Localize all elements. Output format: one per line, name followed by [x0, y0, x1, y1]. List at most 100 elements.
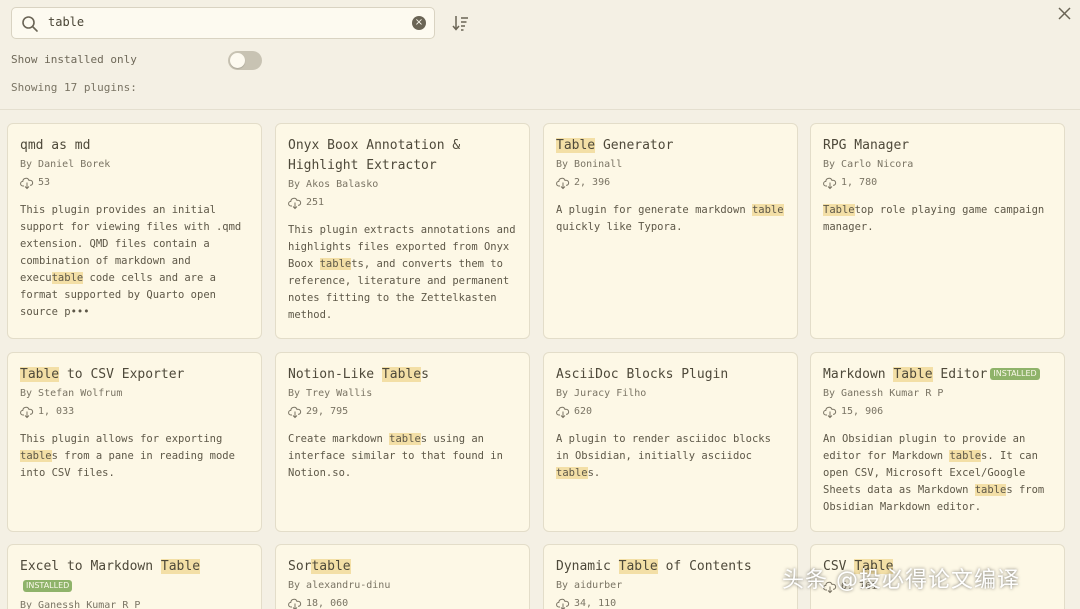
download-icon	[823, 177, 837, 190]
download-icon	[288, 197, 302, 210]
match-highlight: table	[751, 204, 784, 216]
plugin-name-text: Editor	[932, 367, 988, 382]
plugin-name: Dynamic Table of Contents	[556, 557, 785, 577]
download-icon	[288, 406, 302, 419]
close-icon[interactable]	[1056, 5, 1074, 23]
plugin-card[interactable]: AsciiDoc Blocks Plugin By Juracy Filho 620…	[543, 352, 798, 532]
plugin-name-text: Notion-Like	[288, 367, 382, 382]
match-highlight: table	[51, 272, 84, 284]
description-text: This plugin allows for exporting	[20, 433, 223, 445]
plugin-card[interactable]: Notion-Like Tables By Trey Wallis 29, 795 C…	[275, 352, 530, 532]
download-icon	[556, 177, 570, 190]
sort-icon[interactable]	[451, 13, 471, 33]
plugin-name-text: Generator	[595, 138, 674, 153]
download-icon	[556, 406, 570, 419]
match-highlight: table	[311, 559, 351, 574]
plugin-author: By alexandru-dinu	[288, 580, 391, 591]
plugin-name-text: to CSV Exporter	[59, 367, 185, 382]
plugin-name: Notion-Like Tables	[288, 365, 517, 385]
plugin-name: Excel to Markdown Table INSTALLED	[20, 557, 249, 597]
download-icon	[288, 598, 302, 609]
plugin-name-text: Excel to Markdown	[20, 559, 161, 574]
match-highlight: Table	[893, 367, 933, 382]
plugin-card[interactable]: Excel to Markdown Table INSTALLED By Ganes…	[7, 544, 262, 609]
plugin-author: By Juracy Filho	[556, 388, 647, 399]
download-count: 34, 110	[574, 598, 617, 609]
plugin-downloads: 53	[20, 176, 249, 190]
plugin-card[interactable]: Sortable By alexandru-dinu 18, 060	[275, 544, 530, 609]
plugin-name-text: RPG Manager	[823, 138, 910, 153]
match-highlight: Table	[823, 204, 855, 216]
search-icon	[22, 16, 38, 32]
plugin-name-text: AsciiDoc Blocks Plugin	[556, 367, 729, 382]
show-installed-toggle[interactable]	[228, 51, 262, 70]
plugin-author: By aidurber	[556, 580, 623, 591]
download-count: 29, 795	[306, 406, 349, 417]
plugin-author: By Stefan Wolfrum	[20, 388, 123, 399]
plugin-name: qmd as md	[20, 136, 249, 156]
plugin-downloads: 2, 396	[556, 176, 785, 190]
download-icon	[20, 406, 34, 419]
plugin-name: Markdown Table Editor INSTALLED	[823, 365, 1052, 385]
match-highlight: table	[20, 450, 52, 462]
search-box[interactable]: table ×	[11, 7, 435, 39]
plugin-card[interactable]: Table to CSV Exporter By Stefan Wolfrum 1,…	[7, 352, 262, 532]
description-text: A plugin for generate markdown	[556, 204, 752, 216]
match-highlight: table	[319, 258, 352, 270]
search-input[interactable]: table	[48, 15, 84, 29]
plugin-name: Table Generator	[556, 136, 785, 156]
download-icon	[556, 598, 570, 609]
installed-badge: INSTALLED	[990, 368, 1040, 380]
plugin-author: By Daniel Borek	[20, 159, 111, 170]
plugin-downloads: 29, 795	[288, 405, 517, 419]
plugin-name: AsciiDoc Blocks Plugin	[556, 365, 785, 385]
plugin-description: This plugin allows for exporting tables …	[20, 431, 249, 482]
plugin-author: By Ganessh Kumar R P	[20, 600, 141, 609]
download-count: 53	[38, 177, 51, 188]
plugin-downloads: 34, 110	[556, 597, 785, 609]
show-installed-label: Show installed only	[11, 53, 137, 66]
download-count: 251	[306, 197, 325, 208]
plugin-name-text: Onyx Boox Annotation & Highlight Extract…	[288, 138, 461, 173]
plugin-name-text: of Contents	[657, 559, 752, 574]
match-highlight: table	[556, 467, 588, 479]
plugin-name: RPG Manager	[823, 136, 1052, 156]
watermark: 头条 @投必得论文编译	[782, 568, 1020, 593]
plugin-name-text: Sor	[288, 559, 312, 574]
plugin-name-text: qmd as md	[20, 138, 91, 153]
plugin-name: Sortable	[288, 557, 517, 577]
plugin-card[interactable]: Markdown Table Editor INSTALLED By Ganessh…	[810, 352, 1065, 532]
plugin-downloads: 18, 060	[288, 597, 517, 609]
download-count: 620	[574, 406, 593, 417]
plugin-description: This plugin extracts annotations and hig…	[288, 222, 517, 324]
plugin-description: This plugin provides an initial support …	[20, 202, 249, 321]
match-highlight: table	[974, 484, 1007, 496]
plugin-card[interactable]: RPG Manager By Carlo Nicora 1, 780 Tabletop…	[810, 123, 1065, 339]
plugin-card[interactable]: Dynamic Table of Contents By aidurber 34, …	[543, 544, 798, 609]
plugin-downloads: 1, 780	[823, 176, 1052, 190]
toolbar: table × Show installed only Showing 17 p…	[0, 0, 1080, 110]
description-text: s from a pane in reading mode into CSV f…	[20, 450, 235, 479]
description-text: quickly like Typora.	[556, 221, 683, 233]
download-icon	[20, 177, 34, 190]
clear-icon[interactable]: ×	[412, 16, 426, 30]
plugin-card[interactable]: qmd as md By Daniel Borek 53 This plugin pr…	[7, 123, 262, 339]
plugin-author: By Boninall	[556, 159, 623, 170]
description-text: top role playing game campaign manager.	[823, 204, 1045, 233]
match-highlight: Table	[618, 559, 658, 574]
plugin-author: By Trey Wallis	[288, 388, 373, 399]
plugin-author: By Akos Balasko	[288, 179, 379, 190]
plugin-card[interactable]: Onyx Boox Annotation & Highlight Extract…	[275, 123, 530, 339]
plugin-card[interactable]: Table Generator By Boninall 2, 396 A plugin…	[543, 123, 798, 339]
download-count: 18, 060	[306, 598, 349, 609]
installed-badge: INSTALLED	[23, 580, 73, 592]
plugin-name: Onyx Boox Annotation & Highlight Extract…	[288, 136, 517, 176]
match-highlight: table	[949, 450, 982, 462]
plugin-description: A plugin to render asciidoc blocks in Ob…	[556, 431, 785, 482]
match-highlight: table	[389, 433, 421, 445]
plugin-description: An Obsidian plugin to provide an editor …	[823, 431, 1052, 516]
description-text: s.	[587, 467, 601, 479]
download-icon	[823, 406, 837, 419]
match-highlight: Table	[381, 367, 422, 382]
plugin-description: A plugin for generate markdown table qui…	[556, 202, 785, 236]
